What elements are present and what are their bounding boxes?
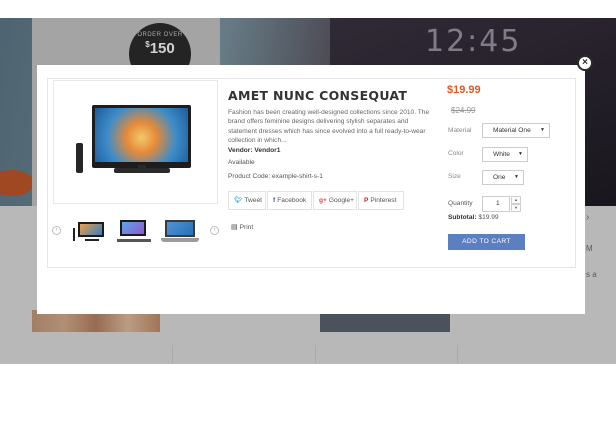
pinterest-icon: P: [364, 197, 369, 204]
thumbnail-laptop[interactable]: [160, 218, 200, 244]
facebook-icon: f: [273, 197, 276, 204]
color-label: Color: [448, 150, 464, 157]
close-icon[interactable]: ×: [577, 55, 593, 71]
header-strip: [0, 0, 616, 18]
quantity-decrease-icon[interactable]: ▼: [511, 204, 521, 212]
quantity-label: Quantity: [448, 200, 473, 207]
thumbnail-tv[interactable]: [72, 218, 108, 244]
remote-image: [76, 143, 83, 173]
size-label: Size: [448, 173, 461, 180]
subtotal-value: $19.99: [478, 214, 499, 221]
facebook-share-button[interactable]: f Facebook: [267, 191, 312, 210]
material-label: Material: [448, 127, 472, 134]
pinterest-share-button[interactable]: P Pinterest: [358, 191, 404, 210]
size-select[interactable]: One ▼: [482, 170, 524, 185]
product-availability: Available: [228, 159, 255, 166]
google-plus-share-button[interactable]: g+ Google+: [313, 191, 357, 210]
chevron-down-icon: ▼: [540, 127, 545, 133]
tweet-button[interactable]: 🐦︎ Tweet: [228, 191, 266, 210]
twitter-icon: 🐦︎: [234, 197, 243, 204]
product-title: AMET NUNC CONSEQUAT: [228, 88, 408, 103]
quantity-input[interactable]: 1: [482, 196, 510, 212]
product-compare-price: $24.99: [451, 106, 476, 115]
page: 12:45 ORDER OVER $150 › M s a ‹ › AMET N…: [0, 0, 616, 427]
chevron-down-icon: ▼: [518, 151, 523, 157]
thumbnail-prev-icon[interactable]: ‹: [52, 226, 61, 235]
thumbnail-desktop[interactable]: [117, 218, 153, 244]
subtotal: Subtotal: $19.99: [448, 214, 499, 221]
print-link[interactable]: ▤ Print: [231, 223, 253, 231]
tv-image: [92, 105, 191, 168]
color-select[interactable]: White ▼: [482, 147, 528, 162]
product-price: $19.99: [447, 84, 481, 96]
quantity-increase-icon[interactable]: ▲: [511, 196, 521, 204]
printer-icon: ▤: [231, 224, 238, 231]
product-code: Product Code: example-shirt-s-1: [228, 173, 323, 180]
product-vendor: Vendor: Vendor1: [228, 147, 281, 154]
google-plus-icon: g+: [319, 197, 327, 204]
page-footer-area: [0, 364, 616, 427]
product-description: Fashion has been creating well-designed …: [228, 109, 430, 144]
product-main-image[interactable]: [53, 80, 218, 204]
chevron-down-icon: ▼: [514, 174, 519, 180]
material-select[interactable]: Material One ▼: [482, 123, 550, 138]
add-to-cart-button[interactable]: ADD TO CART: [448, 234, 525, 250]
thumbnail-next-icon[interactable]: ›: [210, 226, 219, 235]
